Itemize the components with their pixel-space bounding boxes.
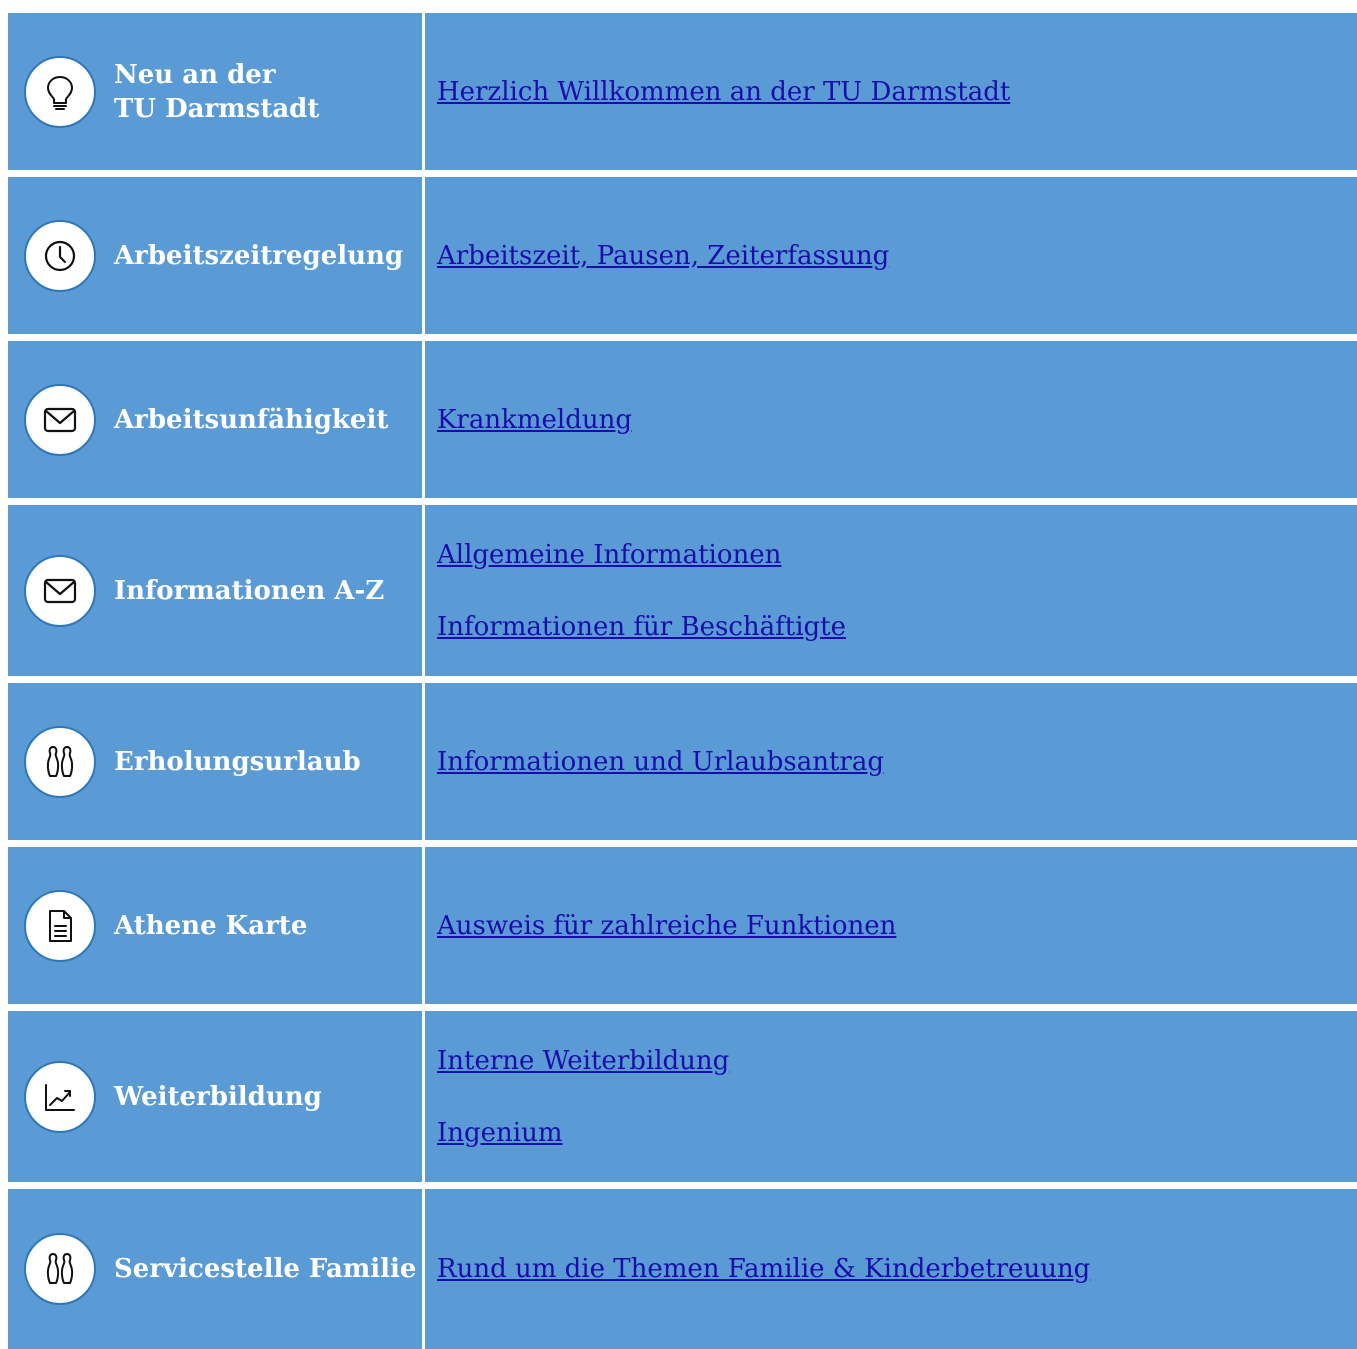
welcome-link[interactable]: Herzlich Willkommen an der TU Darmstadt	[437, 75, 1357, 109]
envelope-icon	[24, 383, 96, 456]
row-label: Weiterbildung	[114, 1080, 322, 1114]
row-label: Erholungsurlaub	[114, 745, 361, 779]
table-row: Informationen A-Z Allgemeine Information…	[8, 505, 1357, 676]
employee-info-link[interactable]: Informationen für Beschäftigte	[437, 610, 1357, 644]
row-label-line: TU Darmstadt	[114, 93, 320, 124]
row-label-line: Arbeitsunfähigkeit	[114, 404, 389, 435]
row-links-cell: Arbeitszeit, Pausen, Zeiterfassung	[425, 177, 1357, 334]
row-links-cell: Ausweis für zahlreiche Funktionen	[425, 847, 1357, 1004]
table-row: Weiterbildung Interne Weiterbildung Inge…	[8, 1011, 1357, 1182]
table-row: Athene Karte Ausweis für zahlreiche Funk…	[8, 847, 1357, 1004]
row-label: Informationen A-Z	[114, 574, 384, 608]
working-time-link[interactable]: Arbeitszeit, Pausen, Zeiterfassung	[437, 239, 1357, 273]
row-links-cell: Informationen und Urlaubsantrag	[425, 683, 1357, 840]
info-table: Neu an der TU Darmstadt Herzlich Willkom…	[8, 13, 1357, 1349]
table-row: Neu an der TU Darmstadt Herzlich Willkom…	[8, 13, 1357, 170]
row-heading-cell: Arbeitsunfähigkeit	[8, 341, 422, 498]
vacation-request-link[interactable]: Informationen und Urlaubsantrag	[437, 745, 1357, 779]
sick-note-link[interactable]: Krankmeldung	[437, 403, 1357, 437]
row-label: Servicestelle Familie	[114, 1252, 416, 1286]
row-label: Neu an der TU Darmstadt	[114, 58, 319, 126]
ingenium-link[interactable]: Ingenium	[437, 1116, 1357, 1150]
row-label-line: Informationen A-Z	[114, 575, 385, 606]
general-info-link[interactable]: Allgemeine Informationen	[437, 538, 1357, 572]
row-heading-cell: Informationen A-Z	[8, 505, 422, 676]
row-label-line: Servicestelle Familie	[114, 1254, 417, 1284]
row-label: Athene Karte	[114, 909, 307, 943]
bowling-pins-icon	[24, 725, 96, 798]
id-card-link[interactable]: Ausweis für zahlreiche Funktionen	[437, 909, 1357, 943]
row-heading-cell: Servicestelle Familie	[8, 1189, 422, 1349]
table-row: Arbeitszeitregelung Arbeitszeit, Pausen,…	[8, 177, 1357, 334]
row-links-cell: Herzlich Willkommen an der TU Darmstadt	[425, 13, 1357, 170]
row-heading-cell: Weiterbildung	[8, 1011, 422, 1182]
row-heading-cell: Erholungsurlaub	[8, 683, 422, 840]
row-label: Arbeitsunfähigkeit	[114, 403, 388, 437]
row-heading-cell: Arbeitszeitregelung	[8, 177, 422, 334]
row-label-line: Athene Karte	[114, 910, 308, 941]
row-label-line: Neu an der	[114, 59, 276, 90]
clock-icon	[24, 219, 96, 292]
table-row: Servicestelle Familie Rund um die Themen…	[8, 1189, 1357, 1349]
row-links-cell: Allgemeine Informationen Informationen f…	[425, 505, 1357, 676]
lightbulb-icon	[24, 55, 96, 128]
row-heading-cell: Athene Karte	[8, 847, 422, 1004]
row-links-cell: Krankmeldung	[425, 341, 1357, 498]
row-heading-cell: Neu an der TU Darmstadt	[8, 13, 422, 170]
row-label-line: Weiterbildung	[114, 1081, 322, 1112]
trend-chart-icon	[24, 1060, 96, 1133]
row-label-line: Erholungsurlaub	[114, 746, 361, 777]
internal-training-link[interactable]: Interne Weiterbildung	[437, 1044, 1357, 1078]
row-label-line: Arbeitszeitregelung	[114, 240, 404, 271]
row-label: Arbeitszeitregelung	[114, 239, 403, 273]
table-row: Arbeitsunfähigkeit Krankmeldung	[8, 341, 1357, 498]
bowling-pins-icon	[24, 1233, 96, 1305]
row-links-cell: Interne Weiterbildung Ingenium	[425, 1011, 1357, 1182]
envelope-icon	[24, 554, 96, 627]
table-row: Erholungsurlaub Informationen und Urlaub…	[8, 683, 1357, 840]
row-links-cell: Rund um die Themen Familie & Kinderbetre…	[425, 1189, 1357, 1349]
document-icon	[24, 889, 96, 962]
family-childcare-link[interactable]: Rund um die Themen Familie & Kinderbetre…	[437, 1252, 1357, 1286]
